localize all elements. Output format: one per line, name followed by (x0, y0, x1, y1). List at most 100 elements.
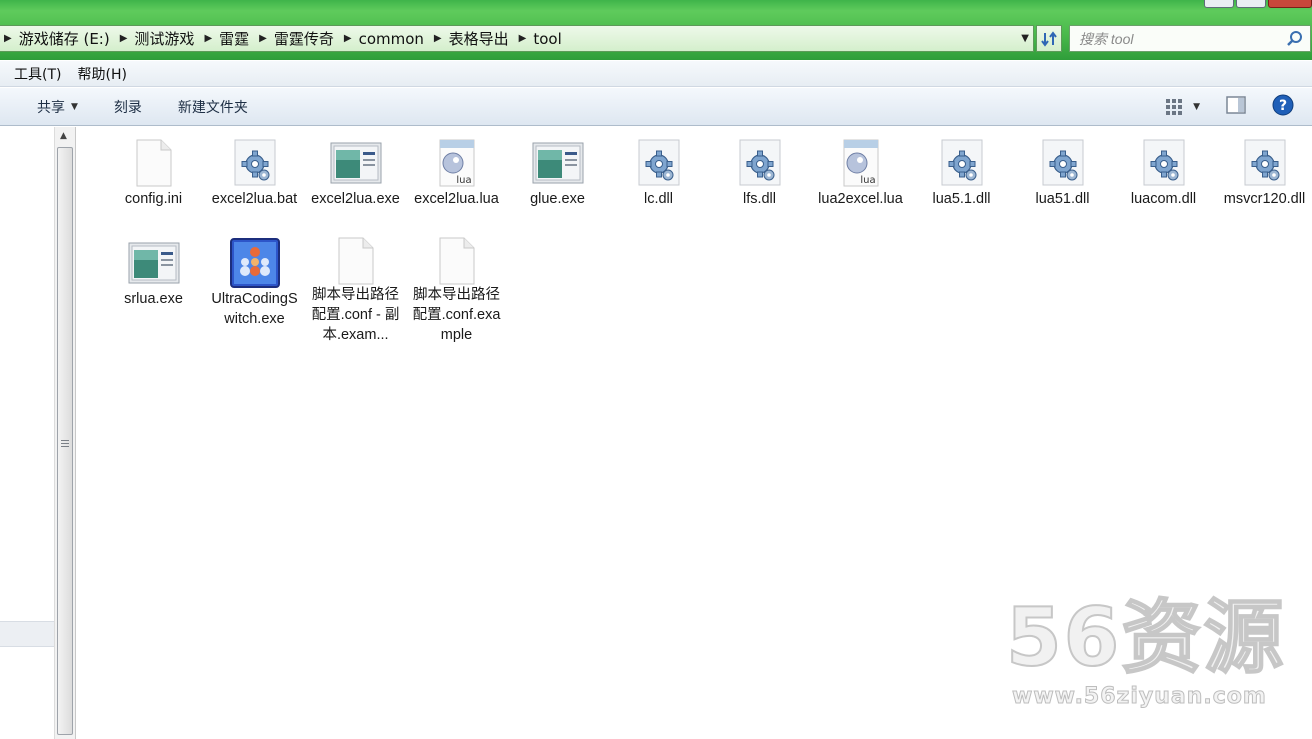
lua-file-icon: lua (835, 137, 887, 189)
menu-help[interactable]: 帮助(H) (77, 64, 126, 84)
minimize-button[interactable] (1204, 0, 1234, 8)
file-item[interactable]: excel2lua.exe (305, 137, 406, 237)
help-icon: ? (1272, 94, 1294, 116)
watermark: 56资源 www.56ziyuan.com (1005, 591, 1296, 718)
scrollbar-grip-icon (61, 440, 69, 449)
file-name-label: lua5.1.dll (932, 191, 991, 207)
file-item[interactable]: config.ini (103, 137, 204, 237)
dll-file-icon (1037, 137, 1089, 189)
file-item[interactable]: lua excel2lua.lua (406, 137, 507, 237)
burn-button[interactable]: 刻录 (114, 97, 142, 117)
maximize-button[interactable] (1236, 0, 1266, 8)
file-name-label: glue.exe (530, 191, 585, 207)
exe-file-icon (128, 237, 180, 289)
file-item[interactable]: excel2lua.bat (204, 137, 305, 237)
dll-file-icon (633, 137, 685, 189)
change-view-button[interactable]: ▼ (1165, 98, 1200, 116)
new-folder-label: 新建文件夹 (177, 99, 248, 116)
menu-tools[interactable]: 工具(T) (14, 64, 61, 84)
lua-file-icon: lua (431, 137, 483, 189)
address-history-chevron-down-icon[interactable]: ▼ (1021, 33, 1029, 44)
preview-pane-icon (1226, 96, 1246, 114)
nav-scrollbar[interactable]: ▲ (54, 127, 76, 739)
file-item[interactable]: glue.exe (507, 137, 608, 237)
file-item[interactable]: lua51.dll (1012, 137, 1113, 237)
breadcrumb-item[interactable]: 雷霆传奇 (274, 28, 334, 49)
explorer-window: ▶ 游戏储存 (E:) ▶ 测试游戏 ▶ 雷霆 ▶ 雷霆传奇 ▶ common … (0, 0, 1312, 739)
close-button[interactable] (1268, 0, 1312, 8)
blank-file-icon (431, 237, 483, 285)
file-item[interactable]: 脚本导出路径配置.conf.example (406, 237, 507, 343)
view-controls: ▼ ? (1151, 94, 1294, 120)
svg-text:?: ? (1279, 98, 1287, 114)
file-item[interactable]: lfs.dll (709, 137, 810, 237)
file-name-label: config.ini (124, 191, 183, 207)
bat-file-icon (229, 137, 281, 189)
search-icon[interactable] (1286, 30, 1304, 48)
dll-file-icon (734, 137, 786, 189)
new-folder-button[interactable]: 新建文件夹 (178, 97, 248, 117)
window-controls (1202, 0, 1312, 8)
share-button[interactable]: 共享 ▼ (37, 97, 78, 117)
watermark-url: www.56ziyuan.com (1012, 684, 1267, 710)
breadcrumb-item[interactable]: 雷霆 (219, 28, 249, 49)
file-item[interactable]: lc.dll (608, 137, 709, 237)
blank-file-icon (330, 237, 382, 285)
menu-bar: 工具(T) 帮助(H) (0, 61, 1312, 87)
preview-pane-button[interactable] (1226, 96, 1246, 118)
breadcrumb-arrow-icon[interactable]: ▶ (204, 33, 212, 44)
command-bar: 共享 ▼ 刻录 新建文件夹 ▼ ? (0, 88, 1312, 126)
file-item[interactable]: 脚本导出路径配置.conf - 副本.exam... (305, 237, 406, 343)
burn-label: 刻录 (113, 99, 142, 116)
ini-file-icon (128, 137, 180, 189)
view-chevron-down-icon[interactable]: ▼ (1193, 102, 1200, 112)
help-button[interactable]: ? (1272, 94, 1294, 120)
view-grid-icon (1166, 99, 1183, 115)
scrollbar-thumb[interactable] (57, 147, 73, 735)
svg-text:lua: lua (456, 175, 471, 186)
file-item[interactable]: UltraCodingSwitch.exe (204, 237, 305, 337)
breadcrumb-item[interactable]: 游戏储存 (E:) (19, 28, 110, 49)
file-grid: config.ini excel2lua.bat excel2lua.exe l… (103, 137, 1312, 343)
file-item[interactable]: luacom.dll (1113, 137, 1214, 237)
file-item[interactable]: lua lua2excel.lua (810, 137, 911, 237)
breadcrumb-arrow-icon[interactable]: ▶ (519, 33, 527, 44)
scroll-up-arrow-icon[interactable]: ▲ (60, 131, 67, 141)
address-bar[interactable]: ▶ 游戏储存 (E:) ▶ 测试游戏 ▶ 雷霆 ▶ 雷霆传奇 ▶ common … (0, 25, 1034, 52)
file-item[interactable]: srlua.exe (103, 237, 204, 337)
breadcrumb-item[interactable]: 表格导出 (449, 28, 509, 49)
file-name-label: 脚本导出路径配置.conf - 副本.exam... (311, 287, 400, 343)
file-name-label: lfs.dll (742, 191, 777, 207)
file-name-label: luacom.dll (1130, 191, 1197, 207)
breadcrumb-arrow-icon[interactable]: ▶ (120, 33, 128, 44)
file-name-label: lua51.dll (1035, 191, 1090, 207)
search-input[interactable] (1079, 30, 1279, 47)
breadcrumb-arrow-icon[interactable]: ▶ (434, 33, 442, 44)
search-box[interactable] (1069, 25, 1311, 52)
app-icon (229, 237, 281, 289)
breadcrumb-item[interactable]: 测试游戏 (134, 28, 194, 49)
breadcrumb-item[interactable]: tool (533, 30, 561, 48)
file-name-label: lua2excel.lua (818, 191, 903, 207)
file-name-label: srlua.exe (124, 291, 183, 307)
dll-file-icon (936, 137, 988, 189)
file-name-label: excel2lua.exe (311, 191, 400, 207)
breadcrumb-arrow-icon[interactable]: ▶ (259, 33, 267, 44)
navigation-pane (0, 127, 54, 739)
breadcrumb-item[interactable]: common (359, 30, 424, 48)
share-chevron-down-icon: ▼ (71, 101, 78, 112)
file-name-label: excel2lua.lua (414, 191, 499, 207)
nav-selected-item[interactable] (0, 621, 54, 647)
exe-file-icon (532, 137, 584, 189)
refresh-button[interactable] (1036, 25, 1062, 52)
file-name-label: 脚本导出路径配置.conf.example (412, 287, 501, 343)
watermark-brand: 56资源 (1005, 591, 1286, 684)
file-name-label: lc.dll (643, 191, 673, 207)
breadcrumb-root-arrow-icon[interactable]: ▶ (4, 33, 12, 44)
breadcrumb-arrow-icon[interactable]: ▶ (344, 33, 352, 44)
dll-file-icon (1239, 137, 1291, 189)
file-name-label: UltraCodingSwitch.exe (211, 291, 298, 327)
file-item[interactable]: lua5.1.dll (911, 137, 1012, 237)
dll-file-icon (1138, 137, 1190, 189)
file-item[interactable]: msvcr120.dll (1214, 137, 1312, 237)
